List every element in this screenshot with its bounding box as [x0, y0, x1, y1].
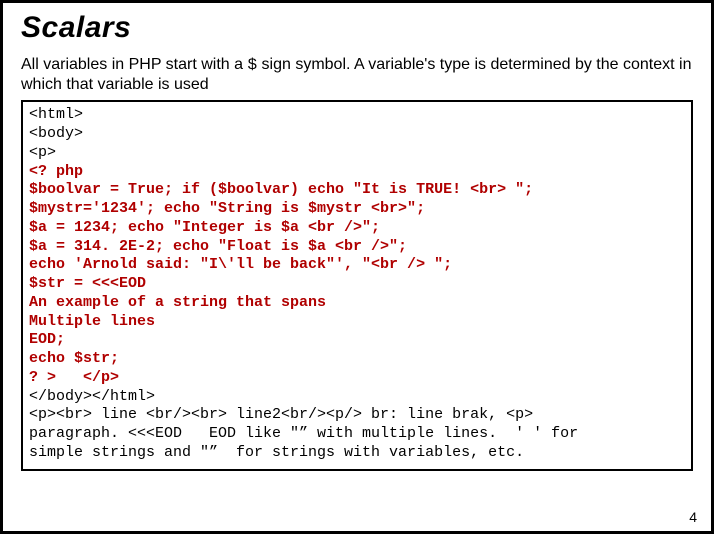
- code-line: echo 'Arnold said: "I\'ll be back"', "<b…: [29, 256, 452, 273]
- intro-part1: All variables in PHP start with a: [21, 56, 247, 73]
- code-line: $a = 1234; echo "Integer is $a <br />";: [29, 219, 380, 236]
- code-line: $str = <<<EOD: [29, 275, 146, 292]
- code-line: An example of a string that spans: [29, 294, 326, 311]
- code-block: <html> <body> <p> <? php $boolvar = True…: [21, 100, 693, 470]
- code-line: echo $str;: [29, 350, 119, 367]
- code-line: $mystr='1234'; echo "String is $mystr <b…: [29, 200, 425, 217]
- code-line: <? php: [29, 163, 83, 180]
- slide-frame: Scalars All variables in PHP start with …: [0, 0, 714, 534]
- slide-title: Scalars: [21, 11, 693, 45]
- code-line: ? > </p>: [29, 369, 119, 386]
- intro-text: All variables in PHP start with a $ sign…: [21, 55, 693, 94]
- code-line: <body>: [29, 125, 83, 142]
- code-line: <html>: [29, 106, 83, 123]
- code-line: Multiple lines: [29, 313, 155, 330]
- code-line: <p><br> line <br/><br> line2<br/><p/> br…: [29, 406, 533, 423]
- code-line: EOD;: [29, 331, 65, 348]
- code-line: $a = 314. 2E-2; echo "Float is $a <br />…: [29, 238, 407, 255]
- code-line: <p>: [29, 144, 56, 161]
- page-number: 4: [689, 509, 697, 525]
- dollar-sign: $: [247, 56, 257, 74]
- code-line: paragraph. <<<EOD EOD like "” with multi…: [29, 425, 578, 442]
- code-line: $boolvar = True; if ($boolvar) echo "It …: [29, 181, 533, 198]
- code-line: </body></html>: [29, 388, 155, 405]
- code-line: simple strings and "” for strings with v…: [29, 444, 524, 461]
